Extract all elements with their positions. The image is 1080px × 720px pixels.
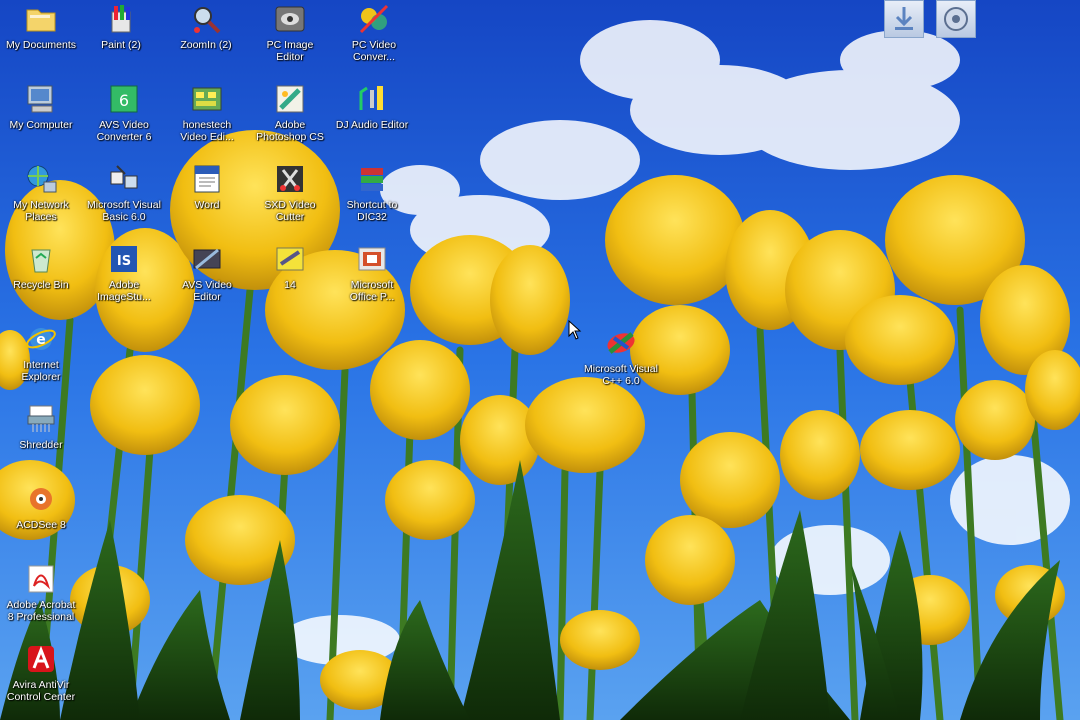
icon-label: 14 <box>284 279 296 291</box>
download-icon <box>895 7 913 30</box>
desktop-icon-dj-audio-editor[interactable]: DJ Audio Editor <box>332 82 412 131</box>
folder-icon <box>26 9 56 32</box>
icon-label: honestech Video Edi... <box>180 119 234 143</box>
desktop-icon-office-picture-manager[interactable]: Microsoft Office P... <box>332 242 412 303</box>
recycle-bin-icon <box>31 249 51 273</box>
icon-label: Shortcut to DIC32 <box>346 199 398 223</box>
desktop-icon-pc-video-converter[interactable]: PC Video Conver... <box>334 2 414 63</box>
icon-label: PC Video Conver... <box>351 39 397 63</box>
desktop-icon-adobe-photoshop[interactable]: Adobe Photoshop CS <box>250 82 330 143</box>
avs-editor-icon <box>193 248 221 270</box>
visual-cpp-icon <box>607 332 635 354</box>
icon-label: Microsoft Visual C++ 6.0 <box>584 363 658 387</box>
acrobat-icon <box>28 565 54 593</box>
desktop-icon-my-computer[interactable]: My Computer <box>1 82 81 131</box>
desktop-icon-visual-cpp[interactable]: Microsoft Visual C++ 6.0 <box>581 326 661 387</box>
desktop-icon-avs-video-editor[interactable]: AVS Video Editor <box>167 242 247 303</box>
icon-label: PC Image Editor <box>266 39 314 63</box>
photoshop-icon <box>276 85 304 113</box>
icon-label: Microsoft Office P... <box>349 279 395 303</box>
icon-label: My Documents <box>5 39 77 51</box>
desktop-icon-sxd-video-cutter[interactable]: SXD Video Cutter <box>250 162 330 223</box>
icon-label: Adobe Photoshop CS <box>256 119 324 143</box>
video-converter-icon <box>359 4 389 34</box>
desktop-icon-zoomin[interactable]: ZoomIn (2) <box>166 2 246 51</box>
svg-text:IS: IS <box>117 254 131 269</box>
desktop-icon-recycle-bin[interactable]: Recycle Bin <box>1 242 81 291</box>
word-icon <box>194 165 220 193</box>
desktop-icon-shredder[interactable]: Shredder <box>1 402 81 451</box>
icon-label: ZoomIn (2) <box>180 39 232 51</box>
desktop-icon-avs-video-converter[interactable]: 6 AVS Video Converter 6 <box>84 82 164 143</box>
desktop-icon-avira-antivir[interactable]: Avira AntiVir Control Center <box>1 642 81 703</box>
icon-label: ACDSee 8 <box>16 519 66 531</box>
desktop-icon-acdsee[interactable]: ACDSee 8 <box>1 482 81 531</box>
desktop-icon-shortcut-dic32[interactable]: Shortcut to DIC32 <box>332 162 412 223</box>
mouse-cursor-icon <box>568 320 582 340</box>
avs-converter-icon: 6 <box>110 85 138 113</box>
desktop-icon-internet-explorer[interactable]: e Internet Explorer <box>1 322 81 383</box>
scanner-icon <box>276 247 304 271</box>
download-button[interactable] <box>884 0 924 38</box>
icon-label: My Network Places <box>13 199 69 223</box>
acdsee-icon <box>30 488 52 510</box>
avira-icon <box>28 645 54 672</box>
shredder-icon <box>27 405 55 432</box>
computer-icon <box>27 85 53 113</box>
icon-label: Word <box>194 199 220 211</box>
icon-label: Shredder <box>19 439 63 451</box>
paint-icon <box>111 5 131 33</box>
desktop-icon-word[interactable]: Word <box>167 162 247 211</box>
audio-editor-icon <box>359 86 383 110</box>
desktop-icon-my-documents[interactable]: My Documents <box>1 2 81 51</box>
desktop-icon-visual-basic[interactable]: Microsoft Visual Basic 6.0 <box>84 162 164 223</box>
desktop-icon-14[interactable]: 14 <box>250 242 330 291</box>
shortcut-icon <box>361 168 383 191</box>
imagestudio-icon: IS <box>111 246 137 272</box>
visual-basic-icon <box>110 165 138 189</box>
svg-text:e: e <box>36 332 46 348</box>
icon-label: Paint (2) <box>101 39 141 51</box>
desktop-icon-adobe-imagestudio[interactable]: IS Adobe ImageStu... <box>84 242 164 303</box>
svg-text:6: 6 <box>119 91 129 110</box>
desktop[interactable]: My Documents Paint (2) ZoomIn (2) PC Ima… <box>0 0 1080 720</box>
desktop-icon-paint[interactable]: Paint (2) <box>81 2 161 51</box>
disc-button[interactable] <box>936 0 976 38</box>
icon-label: Recycle Bin <box>13 279 69 291</box>
video-edit-icon <box>192 87 222 111</box>
video-cutter-icon <box>277 166 303 192</box>
office-picture-icon <box>358 247 386 271</box>
icon-label: AVS Video Converter 6 <box>96 119 152 143</box>
desktop-icon-honestech-video-editor[interactable]: honestech Video Edi... <box>167 82 247 143</box>
image-editor-icon <box>275 6 305 32</box>
network-icon <box>27 165 57 193</box>
icon-label: Microsoft Visual Basic 6.0 <box>87 199 161 223</box>
icon-label: Internet Explorer <box>21 359 61 383</box>
icon-label: SXD Video Cutter <box>264 199 316 223</box>
icon-label: DJ Audio Editor <box>335 119 409 131</box>
icon-label: Adobe ImageStu... <box>97 279 151 303</box>
icon-label: Adobe Acrobat 8 Professional <box>6 599 76 623</box>
desktop-icon-my-network-places[interactable]: My Network Places <box>1 162 81 223</box>
desktop-icon-pc-image-editor[interactable]: PC Image Editor <box>250 2 330 63</box>
icon-label: My Computer <box>9 119 73 131</box>
zoomin-icon <box>194 7 221 34</box>
icon-label: AVS Video Editor <box>182 279 232 303</box>
icon-label: Avira AntiVir Control Center <box>6 679 76 703</box>
internet-explorer-icon: e <box>26 328 56 350</box>
desktop-icon-adobe-acrobat[interactable]: Adobe Acrobat 8 Professional <box>1 562 81 623</box>
disc-icon <box>944 7 968 31</box>
